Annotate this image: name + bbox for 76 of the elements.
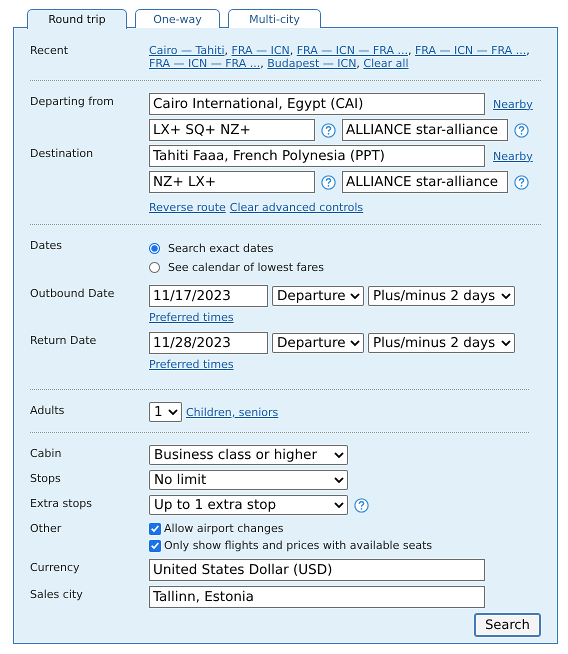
chevron-icon (350, 340, 360, 346)
separator: , (290, 44, 294, 57)
radio-button[interactable] (149, 243, 160, 254)
field-label: Stops (30, 471, 62, 487)
recent-search-link[interactable]: FRA — ICN — FRA ... (296, 44, 408, 57)
sales-city-field[interactable]: Tallinn, Estonia (149, 586, 485, 608)
separator: , (526, 44, 530, 57)
field-label: Departing from (30, 94, 115, 110)
field-label: Outbound Date (30, 286, 116, 302)
separator: , (356, 57, 360, 70)
preferred-times-link[interactable]: Preferred times (149, 358, 234, 371)
tab[interactable]: Round trip (27, 9, 127, 29)
separator: , (224, 44, 228, 57)
date-field[interactable]: 11/28/2023 (149, 332, 268, 354)
children-seniors-link[interactable]: Children, seniors (186, 406, 278, 418)
field-label: Cabin (30, 446, 62, 462)
recent-search-link[interactable]: FRA — ICN (232, 44, 290, 57)
recent-search-link[interactable]: Clear all (363, 57, 409, 70)
separator: , (408, 44, 412, 57)
chevron-icon (334, 502, 344, 508)
field-label: Return Date (30, 333, 98, 349)
checkbox-label: Only show flights and prices with available seats (164, 539, 432, 552)
carriers-field[interactable]: LX+ SQ+ NZ+ (149, 119, 315, 141)
option-dropdown[interactable]: Up to 1 extra stop (149, 495, 348, 515)
radio-label: See calendar of lowest fares (168, 261, 324, 274)
field-label: Destination (30, 146, 94, 162)
flexibility-dropdown[interactable]: Plus/minus 2 days (368, 286, 515, 306)
field-label: Dates (30, 238, 64, 254)
alliance-field[interactable]: ALLIANCE star-alliance (342, 119, 508, 141)
chevron-icon (501, 293, 511, 299)
checkbox-label: Allow airport changes (164, 522, 284, 535)
preferred-times-link[interactable]: Preferred times (149, 311, 234, 324)
time-anchor-dropdown[interactable]: Departure (272, 286, 364, 306)
recent-search-link[interactable]: FRA — ICN — FRA ... (149, 57, 260, 70)
recent-search-link[interactable]: FRA — ICN — FRA ... (414, 44, 526, 57)
nearby-link[interactable]: Nearby (493, 150, 533, 162)
airport-field[interactable]: Cairo International, Egypt (CAI) (149, 93, 485, 115)
carriers-field[interactable]: NZ+ LX+ (149, 171, 315, 193)
help-icon[interactable] (354, 498, 369, 512)
nearby-link[interactable]: Nearby (493, 98, 533, 110)
chevron-icon (168, 409, 178, 415)
field-label: Adults (30, 403, 66, 419)
recent-search-link[interactable]: Cairo — Tahiti (149, 44, 225, 57)
help-icon[interactable] (321, 174, 336, 190)
route-link[interactable]: Reverse route (149, 201, 226, 214)
currency-field[interactable]: United States Dollar (USD) (149, 559, 485, 581)
field-label: Other (30, 521, 62, 537)
search-button[interactable]: Search (474, 613, 541, 637)
adults-dropdown[interactable]: 1 (149, 402, 182, 422)
checkbox[interactable] (149, 540, 161, 552)
flexibility-dropdown[interactable]: Plus/minus 2 days (368, 333, 515, 353)
tab[interactable]: Multi-city (228, 9, 321, 28)
help-icon[interactable] (514, 122, 529, 138)
radio-label: Search exact dates (168, 242, 274, 255)
chevron-icon (350, 293, 360, 299)
chevron-icon (501, 340, 511, 346)
separator: , (260, 57, 264, 70)
recent-search-link[interactable]: Budapest — ICN (267, 57, 356, 70)
field-label: Sales city (30, 587, 84, 603)
tab[interactable]: One-way (135, 9, 220, 28)
time-anchor-dropdown[interactable]: Departure (272, 333, 364, 353)
chevron-icon (334, 452, 344, 458)
field-label: Recent (30, 43, 70, 59)
help-icon[interactable] (514, 174, 529, 190)
radio-button[interactable] (149, 262, 160, 273)
option-dropdown[interactable]: No limit (149, 470, 348, 490)
field-label: Extra stops (30, 496, 94, 512)
option-dropdown[interactable]: Business class or higher (149, 445, 348, 465)
alliance-field[interactable]: ALLIANCE star-alliance (342, 171, 508, 193)
help-icon[interactable] (321, 122, 336, 138)
checkbox[interactable] (149, 522, 161, 534)
route-link[interactable]: Clear advanced controls (230, 201, 364, 214)
airport-field[interactable]: Tahiti Faaa, French Polynesia (PPT) (149, 145, 485, 167)
field-label: Currency (30, 560, 81, 576)
date-field[interactable]: 11/17/2023 (149, 285, 268, 307)
chevron-icon (334, 477, 344, 483)
